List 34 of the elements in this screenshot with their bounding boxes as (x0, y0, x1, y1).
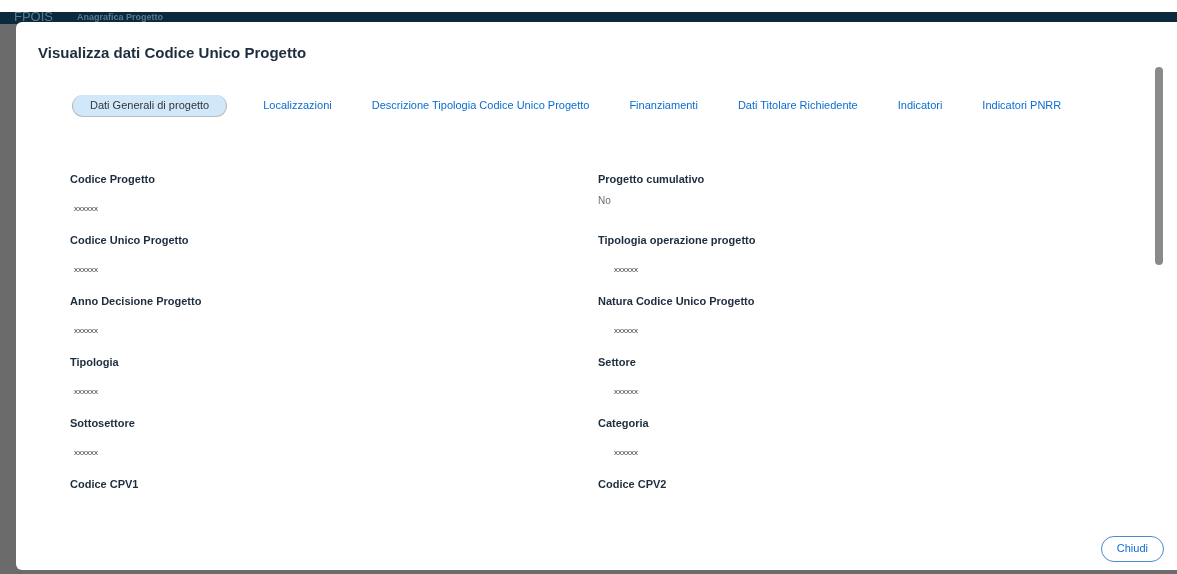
field-value: xxxxxx (73, 264, 99, 276)
app-logo: FPOIS (14, 12, 53, 23)
field-label: Settore (598, 354, 637, 370)
tab[interactable]: Dati Generali di progetto (72, 94, 228, 117)
tab[interactable]: Indicatori (897, 94, 943, 117)
close-button[interactable]: Chiudi (1100, 535, 1164, 562)
tab[interactable]: Dati Titolare Richiedente (737, 94, 858, 117)
field-value: xxxxxx (73, 203, 99, 215)
field-label: Tipologia operazione progetto (598, 232, 757, 248)
field-label: Codice CPV2 (598, 476, 668, 492)
field-label: Progetto cumulativo (598, 171, 706, 187)
field-label: Codice Progetto (70, 171, 156, 187)
field-value: xxxxxx (73, 386, 99, 398)
field-value: xxxxxx (613, 264, 639, 276)
field-label: Anno Decisione Progetto (70, 293, 203, 309)
field-value: No (598, 194, 612, 208)
tab[interactable]: Descrizione Tipologia Codice Unico Progetto (371, 94, 590, 117)
field-label: Tipologia (70, 354, 120, 370)
app-title: Anagrafica Progetto (77, 12, 164, 22)
tab[interactable]: Localizzazioni (263, 94, 332, 117)
field-label: Categoria (598, 415, 650, 431)
field-value: xxxxxx (73, 447, 99, 459)
field-value: xxxxxx (613, 386, 639, 398)
scrollbar[interactable] (1155, 67, 1163, 265)
tab[interactable]: Finanziamenti (629, 94, 698, 117)
field-value: xxxxxx (73, 325, 99, 337)
field-label: Sottosettore (70, 415, 136, 431)
field-value: xxxxxx (613, 447, 639, 459)
field-label: Codice CPV1 (70, 476, 140, 492)
field-value: xxxxxx (613, 325, 639, 337)
field-label: Natura Codice Unico Progetto (598, 293, 756, 309)
dialog-title: Visualizza dati Codice Unico Progetto (37, 43, 308, 63)
tab[interactable]: Indicatori PNRR (982, 94, 1062, 117)
field-label: Codice Unico Progetto (70, 232, 190, 248)
